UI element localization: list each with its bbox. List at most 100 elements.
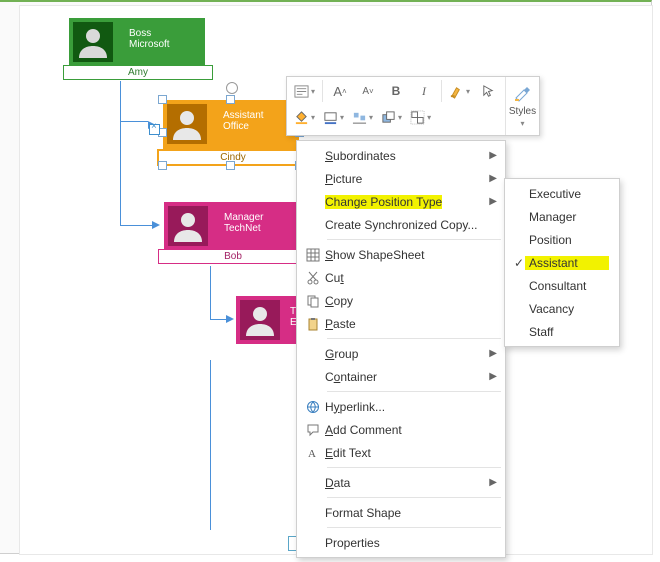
- position-type-manager[interactable]: Manager: [505, 205, 619, 228]
- chevron-down-icon: ▾: [521, 119, 525, 128]
- menu-item-label: Data: [325, 476, 483, 490]
- menu-item-picture[interactable]: Picture ▶: [297, 167, 505, 190]
- submenu-item-label: Manager: [529, 210, 609, 224]
- menu-item-label: Add Comment: [325, 423, 497, 437]
- format-painter-button[interactable]: [446, 80, 473, 102]
- menu-item-label: Paste: [325, 317, 497, 331]
- menu-item-group[interactable]: Group ▶: [297, 342, 505, 365]
- resize-handle[interactable]: [158, 95, 167, 104]
- menu-item-subordinates[interactable]: Subordinates ▶: [297, 144, 505, 167]
- text-block-button[interactable]: [291, 80, 318, 102]
- submenu-arrow-icon: ▶: [489, 348, 497, 359]
- shapesheet-icon: [301, 248, 325, 262]
- menu-separator: [327, 497, 501, 498]
- org-shape-labels: Manager TechNet: [224, 212, 263, 234]
- resize-handle[interactable]: [158, 161, 167, 170]
- menu-item-label: Edit Text: [325, 446, 497, 460]
- menu-item-data[interactable]: Data▶: [297, 471, 505, 494]
- org-shape-assistant[interactable]: Assistant Office Cindy: [163, 100, 299, 150]
- group-button[interactable]: [407, 106, 434, 128]
- align-button[interactable]: [349, 106, 376, 128]
- menu-item-label: Picture: [325, 172, 483, 186]
- styles-button[interactable]: Styles ▾: [505, 77, 539, 135]
- position-type-vacancy[interactable]: Vacancy: [505, 297, 619, 320]
- cut-icon: [301, 271, 325, 285]
- org-shape-manager[interactable]: Manager TechNet Bob: [164, 202, 300, 250]
- menu-item-label: Subordinates: [325, 149, 483, 163]
- menu-item-paste[interactable]: Paste: [297, 312, 505, 335]
- menu-item-changepos[interactable]: Change Position Type ▶: [297, 190, 505, 213]
- resize-handle[interactable]: [226, 161, 235, 170]
- menu-separator: [327, 391, 501, 392]
- submenu-item-label: Consultant: [529, 279, 609, 293]
- menu-item-edittext[interactable]: A Edit Text: [297, 441, 505, 464]
- font-grow-button[interactable]: A˄: [327, 80, 353, 102]
- connector: [120, 121, 148, 122]
- position-type-submenu: Executive Manager Position✓Assistant Consul…: [504, 178, 620, 347]
- fill-color-button[interactable]: [291, 106, 318, 128]
- resize-handle[interactable]: [226, 95, 235, 104]
- svg-text:A: A: [308, 448, 316, 460]
- menu-item-label: Hyperlink...: [325, 400, 497, 414]
- person-avatar-icon: [73, 22, 113, 62]
- font-shrink-button[interactable]: A˅: [355, 80, 381, 102]
- connector: [120, 121, 121, 225]
- menu-item-addcomment[interactable]: Add Comment: [297, 418, 505, 441]
- styles-label: Styles: [509, 106, 536, 117]
- menu-item-container[interactable]: Container▶: [297, 365, 505, 388]
- name-plate: Amy: [63, 65, 213, 80]
- addcomment-icon: [301, 423, 325, 437]
- submenu-item-label: Staff: [529, 325, 609, 339]
- connector: [210, 266, 211, 320]
- paste-icon: [301, 317, 325, 331]
- position-title: Assistant: [223, 110, 264, 121]
- org-shape-labels: Assistant Office: [223, 110, 264, 132]
- org-shape-boss[interactable]: Boss Microsoft Amy: [69, 18, 205, 66]
- line-color-button[interactable]: [320, 106, 347, 128]
- submenu-arrow-icon: ▶: [489, 173, 497, 184]
- connection-point-icon[interactable]: [149, 124, 160, 135]
- rotation-handle-icon[interactable]: [226, 82, 238, 94]
- connector: [210, 360, 211, 530]
- menu-item-shapesheet[interactable]: Show ShapeSheet: [297, 243, 505, 266]
- position-company: TechNet: [224, 223, 263, 234]
- position-type-assistant[interactable]: ✓Assistant: [505, 251, 619, 274]
- menu-item-label: Cut: [325, 271, 497, 285]
- menu-item-label: Group: [325, 347, 483, 361]
- menu-item-label: Show ShapeSheet: [325, 248, 497, 262]
- copy-icon: [301, 294, 325, 308]
- menu-separator: [327, 239, 501, 240]
- hyperlink-icon: [301, 400, 325, 414]
- submenu-arrow-icon: ▶: [489, 371, 497, 382]
- menu-item-label: Format Shape: [325, 506, 497, 520]
- separator: [441, 80, 442, 102]
- position-type-executive[interactable]: Executive: [505, 182, 619, 205]
- menu-item-copy[interactable]: Copy: [297, 289, 505, 312]
- menu-item-sync[interactable]: Create Synchronized Copy...: [297, 213, 505, 236]
- italic-button[interactable]: I: [411, 80, 437, 102]
- submenu-arrow-icon: ▶: [489, 150, 497, 161]
- menu-separator: [327, 338, 501, 339]
- person-avatar-icon: [167, 104, 207, 144]
- menu-separator: [327, 467, 501, 468]
- menu-separator: [327, 527, 501, 528]
- position-title: Manager: [224, 212, 263, 223]
- menu-item-label: Change Position Type: [325, 195, 483, 209]
- bring-front-button[interactable]: [378, 106, 405, 128]
- menu-item-hyperlink[interactable]: Hyperlink...: [297, 395, 505, 418]
- menu-item-formatshape[interactable]: Format Shape: [297, 501, 505, 524]
- menu-item-cut[interactable]: Cut: [297, 266, 505, 289]
- submenu-arrow-icon: ▶: [489, 196, 497, 207]
- pointer-tool-button[interactable]: [475, 80, 501, 102]
- person-avatar-icon: [240, 300, 280, 340]
- position-company: Microsoft: [129, 39, 170, 50]
- context-menu: Subordinates▶Picture▶Change Position Typ…: [296, 140, 506, 558]
- person-avatar-icon: [168, 206, 208, 246]
- name-plate: Bob: [158, 249, 308, 264]
- bold-button[interactable]: B: [383, 80, 409, 102]
- position-type-position[interactable]: Position: [505, 228, 619, 251]
- position-type-staff[interactable]: Staff: [505, 320, 619, 343]
- menu-item-properties[interactable]: Properties: [297, 531, 505, 554]
- org-shape-labels: Boss Microsoft: [129, 28, 170, 50]
- position-type-consultant[interactable]: Consultant: [505, 274, 619, 297]
